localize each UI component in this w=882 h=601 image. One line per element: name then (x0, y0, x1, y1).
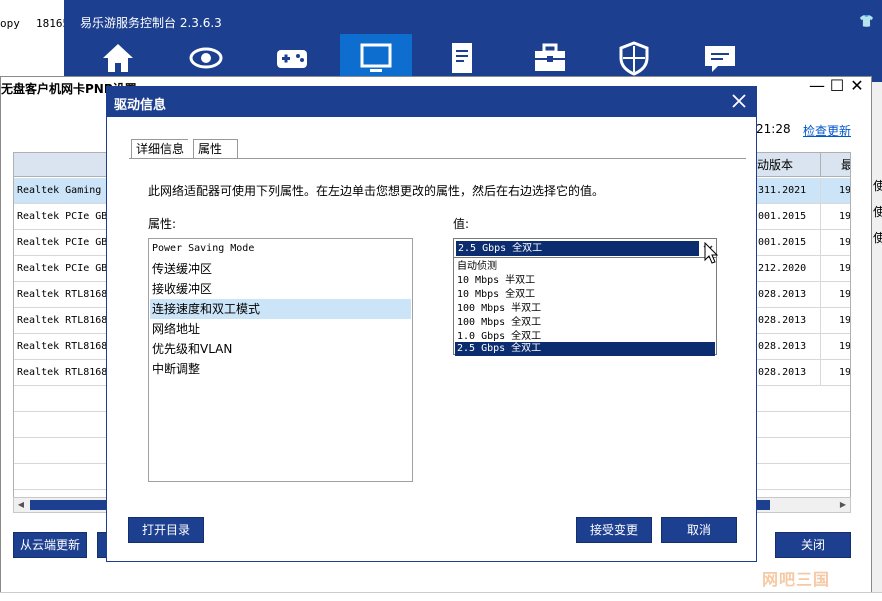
nav-document[interactable] (426, 34, 498, 82)
tab-details[interactable]: 详细信息 (131, 139, 188, 159)
value-select-current: 2.5 Gbps 全双工 (456, 241, 699, 256)
dialog-title: 驱动信息 (114, 98, 167, 113)
list-item[interactable]: Power Saving Mode (150, 239, 411, 259)
monitor-icon (360, 43, 392, 72)
row-version: 028.2013 (758, 341, 807, 352)
row-name: Realtek PCIe GB (17, 237, 108, 248)
list-item[interactable]: 优先级和VLAN (150, 339, 411, 359)
home-icon (103, 44, 133, 72)
nav-eye[interactable] (170, 34, 242, 82)
value-select[interactable]: 2.5 Gbps 全双工 (453, 238, 717, 258)
list-item[interactable]: 中断调整 (150, 359, 411, 379)
value-dropdown-list[interactable]: 自动侦测 10 Mbps 半双工 10 Mbps 全双工 100 Mbps 半双… (453, 257, 717, 356)
taskbar-remnant (0, 592, 882, 601)
desktop-text-left: opy (0, 17, 20, 30)
accept-changes-button[interactable]: 接受变更 (576, 517, 652, 543)
side-text: 使 (873, 179, 882, 193)
cloud-update-button[interactable]: 从云端更新 (13, 532, 87, 558)
dropdown-option[interactable]: 10 Mbps 全双工 (455, 288, 715, 302)
list-item[interactable]: 连接速度和双工模式 (150, 299, 411, 319)
shield-icon (619, 41, 649, 76)
maximize-icon[interactable]: ☐ (827, 78, 847, 96)
nav-monitor[interactable] (340, 34, 412, 82)
open-directory-button[interactable]: 打开目录 (128, 517, 204, 543)
check-update-link[interactable]: 检查更新 (803, 122, 851, 139)
row-last: 192 (820, 282, 850, 308)
toolbox-icon (535, 43, 565, 71)
nav-message[interactable] (684, 34, 756, 82)
row-name: Realtek Gaming (17, 185, 102, 196)
nav-shield[interactable] (598, 34, 670, 82)
dialog-titlebar: 驱动信息 (107, 87, 756, 117)
minimize-icon[interactable]: — (807, 78, 827, 96)
dropdown-option[interactable]: 自动侦测 (455, 260, 715, 274)
column-header-version[interactable]: 动版本 (752, 153, 820, 177)
console-title: 易乐游服务控制台 2.3.6.3 (80, 16, 222, 30)
row-last: 192 (820, 308, 850, 334)
nav-home[interactable] (82, 34, 154, 82)
list-item[interactable]: 传送缓冲区 (150, 259, 411, 279)
close-icon[interactable] (730, 92, 748, 110)
dropdown-option[interactable]: 10 Mbps 半双工 (455, 274, 715, 288)
document-icon (452, 43, 472, 73)
close-icon[interactable]: ✕ (847, 78, 867, 96)
list-item[interactable]: 网络地址 (150, 319, 411, 339)
row-last: 192 (820, 230, 850, 256)
eye-icon (189, 47, 223, 69)
dropdown-option[interactable]: 100 Mbps 半双工 (455, 302, 715, 316)
gamepad-icon (277, 50, 307, 68)
value-label: 值: (453, 217, 470, 231)
row-version: 212.2020 (758, 263, 807, 274)
row-version: 311.2021 (758, 185, 807, 196)
row-name: Realtek RTL8168 (17, 315, 108, 326)
row-last: 19 (820, 178, 850, 204)
side-text: 使 (873, 231, 882, 245)
row-last: 192 (820, 360, 850, 386)
row-version: 028.2013 (758, 289, 807, 300)
nav-games[interactable] (256, 34, 328, 82)
row-name: Realtek RTL8168 (17, 289, 108, 300)
column-header-last[interactable]: 最 (820, 153, 850, 177)
nav-toolbox[interactable] (514, 34, 586, 82)
property-list[interactable]: Power Saving Mode 传送缓冲区 接收缓冲区 连接速度和双工模式 … (148, 238, 413, 482)
row-name: Realtek RTL8168 (17, 341, 108, 352)
watermark-logo: 网吧三国 (762, 570, 831, 589)
scroll-right-icon[interactable]: ▶ (836, 498, 850, 512)
mouse-cursor-icon (704, 242, 719, 264)
scroll-left-icon[interactable]: ◀ (14, 498, 28, 512)
last-check-time: 21:28 (756, 122, 791, 136)
row-version: 028.2013 (758, 315, 807, 326)
property-label: 属性: (148, 217, 177, 231)
driver-info-dialog: 驱动信息 详细信息 属性 此网络适配器可使用下列属性。在左边单击您想更改的属性，… (106, 86, 757, 562)
row-version: 001.2015 (758, 237, 807, 248)
row-version: 028.2013 (758, 367, 807, 378)
list-item[interactable]: 接收缓冲区 (150, 279, 411, 299)
dropdown-option[interactable]: 2.5 Gbps 全双工 (455, 342, 715, 356)
console-window: 易乐游服务控制台 2.3.6.3 👕 (64, 0, 882, 82)
row-name: Realtek PCIe GB (17, 211, 108, 222)
row-version: 001.2015 (758, 211, 807, 222)
side-text: 使 (873, 205, 882, 219)
row-last: 192 (820, 204, 850, 230)
dropdown-option[interactable]: 100 Mbps 全双工 (455, 316, 715, 330)
tab-properties[interactable]: 属性 (193, 139, 238, 159)
row-last: 192 (820, 256, 850, 282)
row-last: 192 (820, 334, 850, 360)
close-button[interactable]: 关闭 (775, 532, 851, 558)
dialog-description: 此网络适配器可使用下列属性。在左边单击您想更改的属性，然后在右边选择它的值。 (148, 184, 605, 198)
message-icon (705, 46, 735, 72)
row-name: Realtek RTL8168 (17, 367, 108, 378)
cancel-button[interactable]: 取消 (661, 517, 737, 543)
shirt-icon[interactable]: 👕 (859, 14, 874, 28)
row-name: Realtek PCIe GB (17, 263, 108, 274)
